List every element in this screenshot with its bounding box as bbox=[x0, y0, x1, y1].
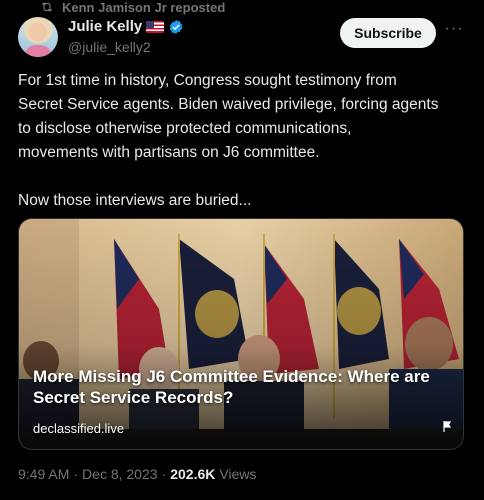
views-count[interactable]: 202.6K bbox=[170, 466, 215, 482]
repost-icon bbox=[41, 2, 53, 12]
subscribe-button[interactable]: Subscribe bbox=[340, 18, 436, 48]
verified-badge-icon[interactable] bbox=[168, 19, 184, 35]
tweet-date[interactable]: Dec 8, 2023 bbox=[82, 466, 158, 482]
link-card[interactable]: More Missing J6 Committee Evidence: Wher… bbox=[18, 218, 464, 450]
flag-emoji-icon bbox=[146, 20, 165, 33]
author-name-row[interactable]: Julie Kelly bbox=[68, 18, 184, 35]
meta-separator: · bbox=[73, 466, 79, 482]
avatar[interactable] bbox=[18, 17, 58, 57]
views-label: Views bbox=[219, 466, 257, 482]
author-name[interactable]: Julie Kelly bbox=[68, 18, 142, 35]
more-icon[interactable]: ··· bbox=[444, 21, 464, 40]
tweet-meta: 9:49 AM · Dec 8, 2023 · 202.6K Views bbox=[18, 466, 256, 482]
card-image bbox=[19, 219, 463, 449]
card-domain[interactable]: declassified.live bbox=[33, 421, 124, 436]
repost-label: Kenn Jamison Jr reposted bbox=[62, 0, 226, 15]
tweet-text: For 1st time in history, Congress sought… bbox=[18, 72, 439, 209]
meta-separator: · bbox=[161, 466, 167, 482]
tweet-time[interactable]: 9:49 AM bbox=[18, 466, 69, 482]
repost-banner[interactable]: Kenn Jamison Jr reposted bbox=[40, 0, 226, 15]
card-flag-icon[interactable] bbox=[443, 421, 451, 432]
author-handle[interactable]: @julie_kelly2 bbox=[68, 39, 151, 55]
card-headline[interactable]: More Missing J6 Committee Evidence: Wher… bbox=[33, 366, 443, 408]
